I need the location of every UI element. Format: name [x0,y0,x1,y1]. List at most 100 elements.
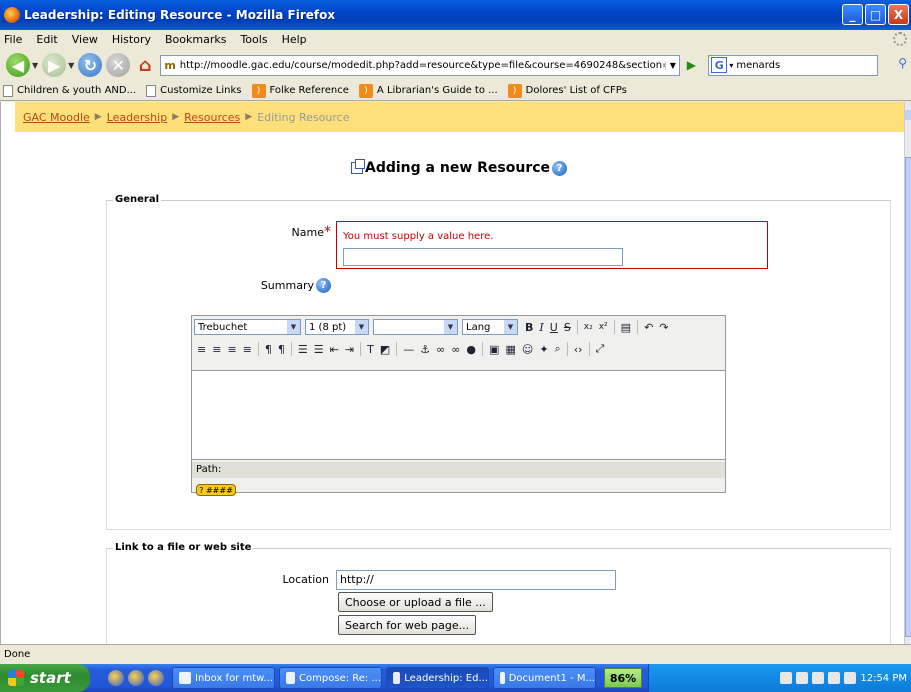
nolink-icon[interactable]: ● [466,343,476,356]
menu-view[interactable]: View [72,33,98,46]
choose-upload-button[interactable]: Choose or upload a file ... [338,592,493,612]
forward-arrow-icon[interactable]: ▶ [42,53,67,77]
menu-bookmarks[interactable]: Bookmarks [165,33,226,46]
page-scrollbar[interactable] [904,102,911,644]
taskbar-item-compose[interactable]: Compose: Re: ... [279,667,382,689]
font-select[interactable]: Trebuchet ▼ [194,319,301,335]
breadcrumb-leadership[interactable]: Leadership [107,111,167,124]
name-label: Name* [291,224,331,240]
scrollbar-thumb[interactable] [905,157,911,637]
font-size-select[interactable]: 1 (8 pt) ▼ [305,319,369,335]
start-button[interactable]: start [0,664,90,692]
horizontal-rule-icon[interactable]: — [403,343,414,356]
ordered-list-icon[interactable]: ☰ [298,343,308,356]
go-arrow-icon[interactable]: ▶ [682,55,700,76]
lang-select[interactable]: Lang ▼ [462,319,518,335]
taskbar-item-document1[interactable]: Document1 - M... [493,667,596,689]
quicklaunch-ie-icon[interactable] [148,670,164,686]
search-input[interactable]: menards [736,60,780,71]
address-url[interactable]: http://moodle.gac.edu/course/modedit.php… [180,60,666,71]
editor-help-button[interactable]: ? #### [196,484,236,496]
tray-security-icon[interactable] [812,672,825,684]
menu-file[interactable]: File [4,33,22,46]
quicklaunch-firefox-icon[interactable] [108,670,124,686]
subscript-icon[interactable]: x₂ [584,322,593,332]
menu-tools[interactable]: Tools [240,33,267,46]
clean-word-icon[interactable]: ▤ [621,321,631,334]
tray-clock[interactable]: 12:54 PM [860,673,907,684]
help-icon[interactable]: ? [552,160,568,176]
reload-icon[interactable]: ↻ [78,53,103,77]
quicklaunch-thunderbird-icon[interactable] [128,670,144,686]
name-input[interactable] [343,248,623,266]
italic-icon[interactable]: I [539,321,543,334]
tray-volume-icon[interactable] [796,672,809,684]
align-center-icon[interactable]: ≡ [212,343,221,356]
underline-icon[interactable]: U [550,321,558,334]
undo-icon[interactable]: ↶ [644,321,653,334]
background-color-icon[interactable]: ◩ [380,343,390,356]
editor-text-area[interactable] [192,370,725,460]
ltr-direction-icon[interactable]: ¶ [265,343,272,356]
bookmark-librarians-guide[interactable]: ) A Librarian's Guide to ... [358,83,498,98]
summary-help-icon[interactable]: ? [316,278,331,293]
bold-icon[interactable]: B [525,321,533,334]
strikethrough-icon[interactable]: S [564,321,571,334]
superscript-icon[interactable]: x² [599,322,608,332]
tray-display-icon[interactable] [844,672,857,684]
forward-history-dropdown-icon[interactable]: ▼ [68,61,74,70]
breadcrumb-resources[interactable]: Resources [184,111,240,124]
back-history-dropdown-icon[interactable]: ▼ [32,61,38,70]
remove-link-icon[interactable]: ∞ [451,343,460,356]
tray-update-icon[interactable] [828,672,841,684]
menu-edit[interactable]: Edit [36,33,57,46]
close-button[interactable]: X [888,4,909,25]
search-web-page-button[interactable]: Search for web page... [338,615,477,635]
breadcrumb-gac-moodle[interactable]: GAC Moodle [23,111,90,124]
insert-table-icon[interactable]: ▦ [505,343,515,356]
redo-icon[interactable]: ↷ [659,321,668,334]
bookmark-customize-links[interactable]: Customize Links [146,84,242,97]
search-bar[interactable]: G ▾ menards [708,54,879,76]
stop-icon[interactable]: ✕ [106,53,131,77]
align-left-icon[interactable]: ≡ [197,343,206,356]
html-source-icon[interactable]: ‹› [574,343,583,356]
maximize-button[interactable]: □ [865,4,886,25]
location-input[interactable]: http:// [336,570,616,590]
menu-history[interactable]: History [112,33,151,46]
back-arrow-icon[interactable]: ◀ [6,53,30,77]
bookmark-children-youth[interactable]: Children & youth AND... [3,84,136,97]
minimize-button[interactable]: _ [842,4,863,25]
search-magnifier-icon[interactable]: ⚲ [898,56,907,70]
scroll-up-arrow-icon[interactable] [905,110,911,120]
search-engine-dropdown-icon[interactable]: ▾ [729,61,733,70]
rtl-direction-icon[interactable]: ¶ [278,343,285,356]
bookmark-dolores-cfps[interactable]: ) Dolores' List of CFPs [507,83,627,98]
special-char-icon[interactable]: ✦ [539,343,548,356]
unordered-list-icon[interactable]: ☰ [314,343,324,356]
zoom-indicator[interactable]: 86% [604,668,642,688]
insert-image-icon[interactable]: ▣ [489,343,499,356]
smiley-icon[interactable]: ☺ [522,343,533,356]
search-replace-icon[interactable]: ⌕ [555,342,561,356]
insert-link-icon[interactable]: ∞ [436,343,445,356]
url-dropdown-icon[interactable]: ▼ [665,60,679,70]
menu-help[interactable]: Help [282,33,307,46]
taskbar-item-leadership[interactable]: Leadership: Ed... [386,667,489,689]
address-bar[interactable]: m http://moodle.gac.edu/course/modedit.p… [160,54,681,76]
style-select[interactable]: ▼ [373,319,458,335]
chevron-down-icon: ▼ [355,320,368,334]
anchor-icon[interactable]: ⚓ [420,343,430,356]
google-engine-icon[interactable]: G [711,57,728,73]
tray-network-icon[interactable] [780,672,793,684]
justify-icon[interactable]: ≡ [243,343,252,356]
home-icon[interactable]: ⌂ [134,54,156,76]
fullscreen-icon[interactable]: ⤢ [596,342,605,356]
bookmark-folke-reference[interactable]: ) Folke Reference [251,83,349,98]
text-color-icon[interactable]: T [367,343,374,356]
toolbar-divider [613,320,615,334]
align-right-icon[interactable]: ≡ [227,343,236,356]
taskbar-item-inbox[interactable]: Inbox for mtw... [172,667,275,689]
outdent-icon[interactable]: ⇤ [330,343,339,356]
indent-icon[interactable]: ⇥ [345,343,354,356]
